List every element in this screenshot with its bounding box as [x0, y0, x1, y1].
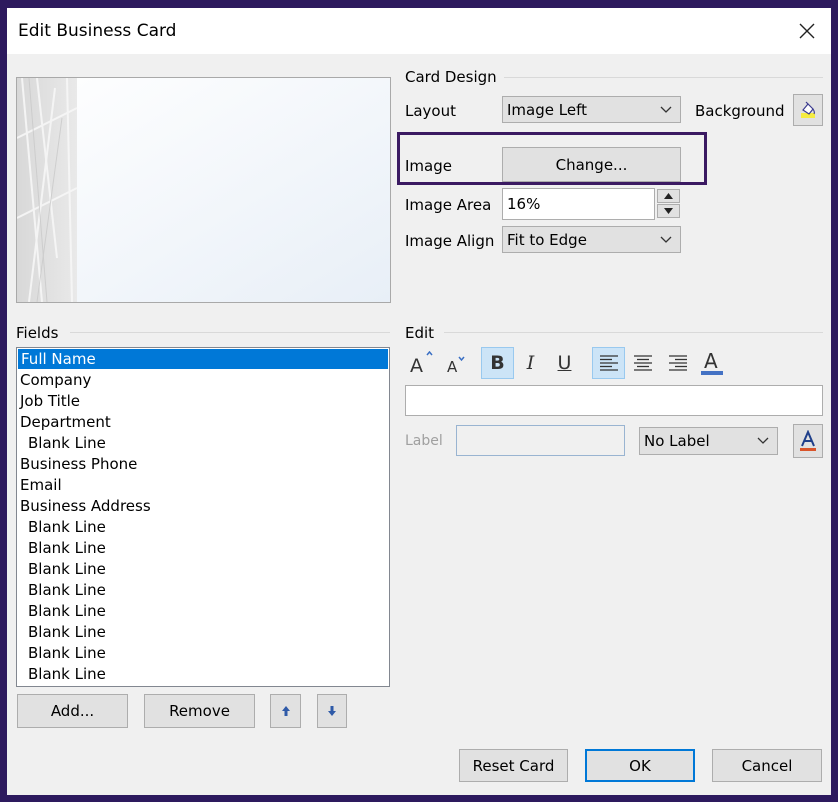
- cancel-button[interactable]: Cancel: [712, 749, 822, 782]
- remove-field-button[interactable]: Remove: [144, 694, 255, 728]
- image-align-label: Image Align: [405, 232, 495, 250]
- image-align-select[interactable]: Fit to Edge: [502, 226, 681, 253]
- list-item[interactable]: Blank Line: [17, 433, 389, 454]
- fields-divider: [70, 332, 390, 333]
- card-design-header: Card Design: [405, 68, 497, 86]
- move-up-button[interactable]: [270, 694, 301, 728]
- fields-list[interactable]: Full Name Company Job Title Department B…: [16, 347, 390, 687]
- edit-business-card-dialog: Edit Business Card Card Design Layout Im…: [7, 8, 831, 795]
- shrink-font-button[interactable]: A: [439, 347, 472, 379]
- list-item[interactable]: Business Address: [17, 496, 389, 517]
- reset-card-button[interactable]: Reset Card: [459, 749, 568, 782]
- list-item[interactable]: Email: [17, 475, 389, 496]
- grow-font-glyph: A: [410, 355, 423, 375]
- arrow-up-icon: [281, 706, 290, 716]
- list-item[interactable]: Blank Line: [17, 643, 389, 664]
- label-position-select[interactable]: No Label: [639, 427, 778, 455]
- align-right-icon: [668, 355, 687, 371]
- label-label: Label: [405, 433, 443, 449]
- list-item[interactable]: Business Phone: [17, 454, 389, 475]
- list-item[interactable]: Blank Line: [17, 622, 389, 643]
- image-area-value: 16%: [507, 195, 541, 213]
- close-button[interactable]: [791, 16, 823, 46]
- image-area-spin-up[interactable]: [657, 189, 680, 203]
- layout-label: Layout: [405, 102, 456, 120]
- image-area-input[interactable]: 16%: [502, 188, 655, 220]
- align-center-button[interactable]: [626, 347, 659, 379]
- list-item[interactable]: Company: [17, 370, 389, 391]
- italic-icon: I: [526, 352, 535, 374]
- label-font-color-icon: [800, 430, 816, 451]
- list-item[interactable]: Blank Line: [17, 664, 389, 685]
- background-label: Background: [695, 102, 785, 120]
- dialog-title: Edit Business Card: [18, 21, 177, 41]
- card-preview: [16, 77, 391, 303]
- italic-button[interactable]: I: [514, 347, 547, 379]
- arrow-down-icon: [328, 706, 336, 716]
- font-color-icon: A: [700, 349, 723, 375]
- change-image-button[interactable]: Change...: [502, 147, 681, 182]
- chevron-down-icon: [757, 437, 769, 444]
- caret-down-icon: [664, 208, 673, 214]
- chevron-down-icon: [660, 236, 672, 243]
- align-center-icon: [633, 355, 652, 371]
- move-down-button[interactable]: [317, 694, 347, 728]
- ok-button[interactable]: OK: [585, 749, 695, 782]
- font-color-glyph: A: [704, 349, 718, 373]
- list-item[interactable]: Full Name: [18, 349, 388, 369]
- label-input[interactable]: [456, 425, 625, 456]
- bold-icon: B: [490, 352, 505, 374]
- list-item[interactable]: Department: [17, 412, 389, 433]
- field-text-input[interactable]: [405, 385, 823, 416]
- list-item[interactable]: Blank Line: [17, 580, 389, 601]
- title-bar: Edit Business Card: [7, 8, 831, 54]
- font-color-button[interactable]: A: [695, 347, 728, 379]
- layout-select[interactable]: Image Left: [502, 96, 681, 123]
- card-background-image: [17, 78, 390, 302]
- list-item[interactable]: Job Title: [17, 391, 389, 412]
- fields-header: Fields: [16, 324, 59, 342]
- bold-button[interactable]: B: [481, 347, 514, 379]
- list-item[interactable]: Blank Line: [17, 559, 389, 580]
- layout-value: Image Left: [507, 100, 587, 119]
- edit-header: Edit: [405, 324, 435, 342]
- image-align-value: Fit to Edge: [507, 230, 587, 249]
- shrink-font-icon: A: [447, 356, 465, 375]
- underline-icon: U: [557, 352, 572, 374]
- close-icon: [799, 23, 815, 39]
- align-left-icon: [599, 355, 618, 371]
- align-right-button[interactable]: [661, 347, 694, 379]
- image-label: Image: [405, 157, 452, 175]
- list-item[interactable]: Blank Line: [17, 601, 389, 622]
- caret-up-icon: [664, 193, 673, 199]
- background-fill-button[interactable]: [793, 94, 823, 126]
- label-font-color-button[interactable]: [793, 424, 823, 458]
- image-area-spin-down[interactable]: [657, 204, 680, 218]
- grow-font-button[interactable]: A: [404, 347, 437, 379]
- card-design-divider: [504, 77, 823, 78]
- list-item[interactable]: Blank Line: [17, 538, 389, 559]
- edit-divider: [444, 332, 823, 333]
- list-item[interactable]: Blank Line: [17, 517, 389, 538]
- label-position-value: No Label: [644, 432, 710, 450]
- paint-bucket-icon: [801, 101, 815, 118]
- underline-button[interactable]: U: [548, 347, 581, 379]
- grow-font-icon: A: [410, 351, 433, 375]
- chevron-down-icon: [660, 106, 672, 113]
- shrink-font-glyph: A: [447, 358, 458, 375]
- align-left-button[interactable]: [592, 347, 625, 379]
- add-field-button[interactable]: Add...: [17, 694, 128, 728]
- image-area-label: Image Area: [405, 196, 492, 214]
